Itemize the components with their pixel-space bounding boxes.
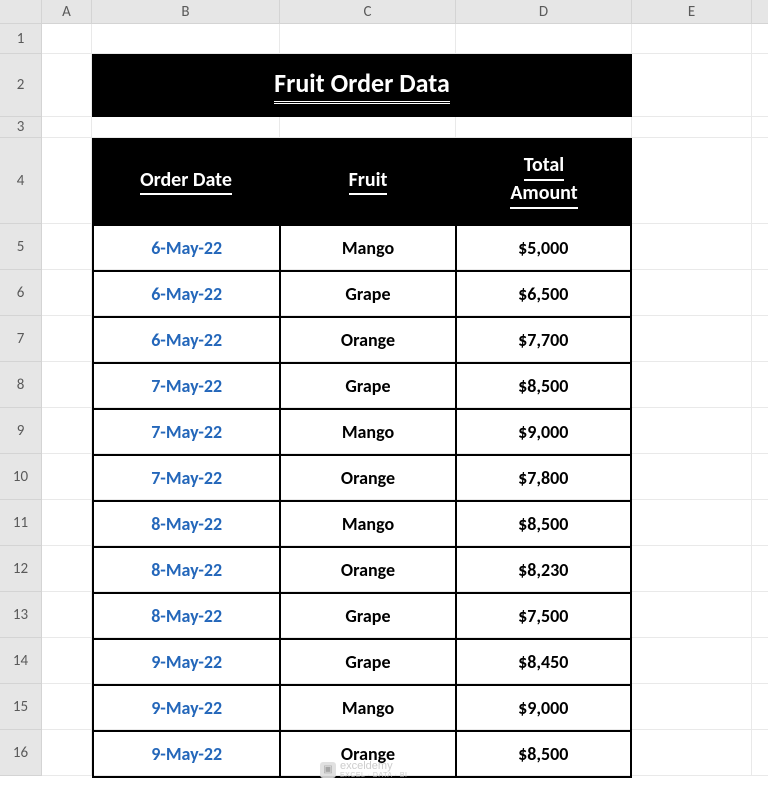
cell-fruit[interactable]: Grape [280, 639, 455, 685]
table-row[interactable]: 8-May-22Mango$8,500 [93, 501, 631, 547]
cell-order-date[interactable]: 8-May-22 [93, 501, 280, 547]
column-headers: A B C D E [0, 0, 768, 24]
cell-fruit[interactable]: Grape [280, 593, 455, 639]
cell-order-date[interactable]: 7-May-22 [93, 363, 280, 409]
table-row[interactable]: 6-May-22Orange$7,700 [93, 317, 631, 363]
th-fruit[interactable]: Fruit [280, 138, 456, 224]
cell-amount[interactable]: $7,500 [456, 593, 631, 639]
cell-order-date[interactable]: 7-May-22 [93, 409, 280, 455]
cell-fruit[interactable]: Grape [280, 271, 455, 317]
table-row[interactable]: 6-May-22Mango$5,000 [93, 225, 631, 271]
row-header-9[interactable]: 9 [0, 408, 42, 454]
title-text: Fruit Order Data [274, 67, 450, 104]
row-header-16[interactable]: 16 [0, 730, 42, 776]
row-header-10[interactable]: 10 [0, 454, 42, 500]
cell-amount[interactable]: $9,000 [456, 685, 631, 731]
row-header-11[interactable]: 11 [0, 500, 42, 546]
cell-order-date[interactable]: 9-May-22 [93, 731, 280, 777]
row-header-15[interactable]: 15 [0, 684, 42, 730]
th-order-date[interactable]: Order Date [92, 138, 280, 224]
watermark-icon: ▣ [320, 762, 336, 778]
row-header-5[interactable]: 5 [0, 224, 42, 270]
cell-order-date[interactable]: 6-May-22 [93, 225, 280, 271]
table-row[interactable]: 9-May-22Grape$8,450 [93, 639, 631, 685]
col-header-C[interactable]: C [280, 0, 456, 23]
row-header-7[interactable]: 7 [0, 316, 42, 362]
cell-amount[interactable]: $8,230 [456, 547, 631, 593]
cell-amount[interactable]: $8,500 [456, 363, 631, 409]
table-row[interactable]: 7-May-22Grape$8,500 [93, 363, 631, 409]
row-header-13[interactable]: 13 [0, 592, 42, 638]
row-header-14[interactable]: 14 [0, 638, 42, 684]
row-header-2[interactable]: 2 [0, 54, 42, 117]
watermark: ▣ exceldemy EXCEL · DATA · BI [320, 760, 408, 779]
select-all-corner[interactable] [0, 0, 42, 23]
spreadsheet-grid: A B C D E 12345678910111213141516 Fruit … [0, 0, 768, 801]
cell-amount[interactable]: $8,450 [456, 639, 631, 685]
cell-order-date[interactable]: 8-May-22 [93, 593, 280, 639]
cell-amount[interactable]: $7,700 [456, 317, 631, 363]
col-header-D[interactable]: D [456, 0, 632, 23]
cell-fruit[interactable]: Mango [280, 409, 455, 455]
cell-fruit[interactable]: Mango [280, 225, 455, 271]
row-header-12[interactable]: 12 [0, 546, 42, 592]
row-headers: 12345678910111213141516 [0, 24, 42, 776]
cell-amount[interactable]: $8,500 [456, 501, 631, 547]
row-header-6[interactable]: 6 [0, 270, 42, 316]
table-row[interactable]: 6-May-22Grape$6,500 [93, 271, 631, 317]
th-total-amount[interactable]: Total Amount [456, 138, 632, 224]
cell-order-date[interactable]: 9-May-22 [93, 639, 280, 685]
cell-order-date[interactable]: 9-May-22 [93, 685, 280, 731]
title-bar: Fruit Order Data [92, 54, 632, 117]
cell-amount[interactable]: $9,000 [456, 409, 631, 455]
cell-order-date[interactable]: 6-May-22 [93, 271, 280, 317]
row-header-3[interactable]: 3 [0, 117, 42, 138]
col-header-A[interactable]: A [42, 0, 92, 23]
cell-fruit[interactable]: Mango [280, 685, 455, 731]
watermark-brand: exceldemy [340, 760, 393, 772]
cell-order-date[interactable]: 6-May-22 [93, 317, 280, 363]
cell-fruit[interactable]: Mango [280, 501, 455, 547]
cell-amount[interactable]: $7,800 [456, 455, 631, 501]
table-header-row: Order Date Fruit Total Amount [92, 138, 632, 224]
table-row[interactable]: 8-May-22Grape$7,500 [93, 593, 631, 639]
col-header-E[interactable]: E [632, 0, 752, 23]
row-header-4[interactable]: 4 [0, 138, 42, 224]
cell-amount[interactable]: $5,000 [456, 225, 631, 271]
table-row[interactable]: 8-May-22Orange$8,230 [93, 547, 631, 593]
row-header-1[interactable]: 1 [0, 24, 42, 54]
cell-fruit[interactable]: Orange [280, 547, 455, 593]
cell-fruit[interactable]: Orange [280, 455, 455, 501]
cell-order-date[interactable]: 8-May-22 [93, 547, 280, 593]
row-header-8[interactable]: 8 [0, 362, 42, 408]
cell-fruit[interactable]: Orange [280, 317, 455, 363]
table-row[interactable]: 7-May-22Mango$9,000 [93, 409, 631, 455]
watermark-sub: EXCEL · DATA · BI [340, 772, 408, 779]
cells-area[interactable]: Fruit Order Data Order Date Fruit Total … [42, 24, 768, 776]
cell-fruit[interactable]: Grape [280, 363, 455, 409]
cell-amount[interactable]: $6,500 [456, 271, 631, 317]
cell-amount[interactable]: $8,500 [456, 731, 631, 777]
cell-order-date[interactable]: 7-May-22 [93, 455, 280, 501]
table-row[interactable]: 7-May-22Orange$7,800 [93, 455, 631, 501]
table-body: 6-May-22Mango$5,0006-May-22Grape$6,5006-… [92, 224, 632, 778]
col-header-B[interactable]: B [92, 0, 280, 23]
table-row[interactable]: 9-May-22Mango$9,000 [93, 685, 631, 731]
